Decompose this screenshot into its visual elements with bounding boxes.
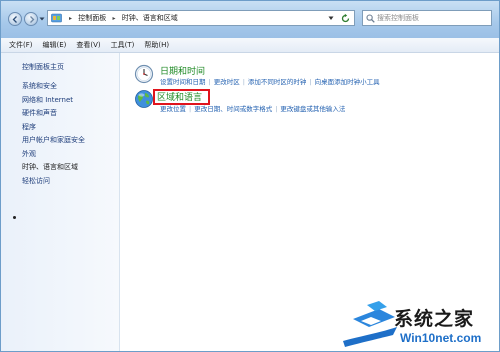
- chevron-right-icon[interactable]: ▸: [69, 12, 72, 26]
- breadcrumb-clock-language-region[interactable]: 时钟、语言和区域: [122, 11, 178, 25]
- sidebar-item-network-internet[interactable]: 网络和 Internet: [22, 95, 73, 105]
- current-item-bullet: [13, 216, 16, 219]
- globe-icon[interactable]: [134, 89, 154, 109]
- refresh-icon[interactable]: [340, 13, 351, 24]
- address-bar-area: ▸ 控制面板 ▸ 时钟、语言和区域 搜索控制面板: [1, 1, 499, 38]
- search-placeholder: 搜索控制面板: [377, 14, 419, 22]
- sidebar-item-programs[interactable]: 程序: [22, 122, 36, 132]
- sidebar-item-system-security[interactable]: 系统和安全: [22, 81, 57, 91]
- chevron-right-icon[interactable]: ▸: [112, 12, 115, 26]
- date-time-tasks: 设置时间和日期 | 更改时区 | 添加不同时区的时钟 | 向桌面添加时钟小工具: [160, 78, 380, 86]
- recent-pages-dropdown-icon[interactable]: [39, 16, 45, 22]
- menu-help[interactable]: 帮助(H): [144, 38, 169, 52]
- sidebar-item-clock-language-region[interactable]: 时钟、语言和区域: [22, 162, 78, 172]
- address-dropdown-icon[interactable]: [328, 16, 334, 21]
- task-link[interactable]: 更改键盘或其他输入法: [280, 105, 345, 113]
- control-panel-window: ▸ 控制面板 ▸ 时钟、语言和区域 搜索控制面板 文件(F) 编辑(E) 查看(…: [0, 0, 500, 352]
- menu-file[interactable]: 文件(F): [9, 38, 33, 52]
- sidebar-item-ease-of-access[interactable]: 轻松访问: [22, 176, 50, 186]
- forward-button[interactable]: [24, 12, 38, 26]
- sidebar-home-link[interactable]: 控制面板主页: [22, 62, 64, 72]
- menu-tools[interactable]: 工具(T): [111, 38, 135, 52]
- arrow-right-icon: [30, 16, 35, 23]
- address-field[interactable]: ▸ 控制面板 ▸ 时钟、语言和区域: [47, 10, 355, 26]
- clock-icon[interactable]: [134, 64, 154, 84]
- sidebar-item-user-accounts[interactable]: 用户帐户和家庭安全: [22, 135, 85, 145]
- category-title-region-language[interactable]: 区域和语言: [157, 90, 202, 103]
- sidebar-item-appearance[interactable]: 外观: [22, 149, 36, 159]
- search-box[interactable]: 搜索控制面板: [362, 10, 492, 26]
- menu-view[interactable]: 查看(V): [76, 38, 100, 52]
- breadcrumb: ▸ 控制面板 ▸ 时钟、语言和区域: [65, 11, 178, 25]
- sidebar-item-hardware-sound[interactable]: 硬件和声音: [22, 108, 57, 118]
- arrow-left-icon: [12, 16, 17, 23]
- sidebar: 控制面板主页 系统和安全 网络和 Internet 硬件和声音 程序 用户帐户和…: [1, 53, 120, 351]
- watermark-text-cn: 系统之家: [394, 309, 475, 330]
- breadcrumb-control-panel[interactable]: 控制面板: [78, 11, 106, 25]
- task-link[interactable]: 更改位置: [160, 105, 186, 113]
- region-language-tasks: 更改位置 | 更改日期、时间或数字格式 | 更改键盘或其他输入法: [160, 105, 346, 113]
- watermark-text-url: Win10net.com: [400, 331, 482, 345]
- control-panel-icon: [51, 13, 62, 23]
- search-icon: [366, 14, 375, 23]
- task-link[interactable]: 向桌面添加时钟小工具: [315, 78, 380, 86]
- task-link[interactable]: 添加不同时区的时钟: [248, 78, 307, 86]
- task-link[interactable]: 更改日期、时间或数字格式: [194, 105, 272, 113]
- task-link[interactable]: 设置时间和日期: [160, 78, 206, 86]
- task-link[interactable]: 更改时区: [214, 78, 240, 86]
- menu-edit[interactable]: 编辑(E): [43, 38, 67, 52]
- back-button[interactable]: [8, 12, 22, 26]
- menu-bar: 文件(F) 编辑(E) 查看(V) 工具(T) 帮助(H): [1, 38, 499, 53]
